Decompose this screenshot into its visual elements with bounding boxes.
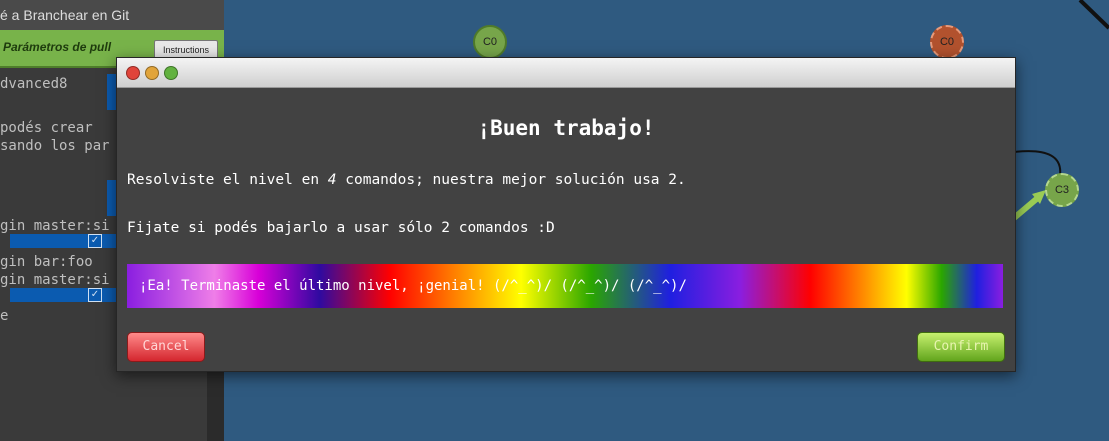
level-complete-modal: ¡Buen trabajo! Resolviste el nivel en 4 … bbox=[116, 57, 1016, 372]
commit-node[interactable]: C0 bbox=[473, 25, 507, 59]
code-line: podés crear bbox=[0, 120, 93, 136]
commit-node-remote[interactable]: C0 bbox=[930, 25, 964, 59]
cancel-button[interactable]: Cancel bbox=[127, 332, 205, 362]
result-message: Resolviste el nivel en 4 comandos; nuest… bbox=[127, 172, 686, 188]
result-suffix: comandos; nuestra mejor solución usa 2. bbox=[336, 172, 686, 188]
code-line: e bbox=[0, 308, 9, 324]
close-window-icon[interactable] bbox=[126, 66, 140, 80]
code-line: gin bar:foo bbox=[0, 254, 93, 270]
commit-node[interactable]: C3 bbox=[1045, 173, 1079, 207]
code-line: gin master:si bbox=[0, 272, 110, 288]
celebration-text: ¡Ea! Terminaste el último nivel, ¡genial… bbox=[139, 278, 687, 294]
window-edge bbox=[1078, 0, 1109, 30]
code-line: gin master:si bbox=[0, 218, 110, 234]
check-icon: ✓ bbox=[88, 234, 102, 248]
sidebar-title: é a Branchear en Git bbox=[0, 0, 224, 31]
confirm-button[interactable]: Confirm bbox=[917, 332, 1005, 362]
modal-titlebar bbox=[117, 58, 1015, 88]
command-count: 4 bbox=[327, 172, 337, 188]
hint-message: Fijate si podés bajarlo a usar sólo 2 co… bbox=[127, 220, 555, 236]
check-icon: ✓ bbox=[88, 288, 102, 302]
sidebar-tab-label: Parámetros de pull bbox=[3, 40, 112, 54]
celebration-banner: ¡Ea! Terminaste el último nivel, ¡genial… bbox=[127, 264, 1003, 308]
code-line: sando los par bbox=[0, 138, 110, 154]
maximize-window-icon[interactable] bbox=[164, 66, 178, 80]
tree-arrow bbox=[1012, 193, 1042, 221]
result-prefix: Resolviste el nivel en bbox=[127, 172, 328, 188]
code-line: dvanced8 bbox=[0, 76, 68, 92]
modal-title: ¡Buen trabajo! bbox=[477, 116, 655, 140]
minimize-window-icon[interactable] bbox=[145, 66, 159, 80]
tree-edge bbox=[1013, 150, 1062, 176]
